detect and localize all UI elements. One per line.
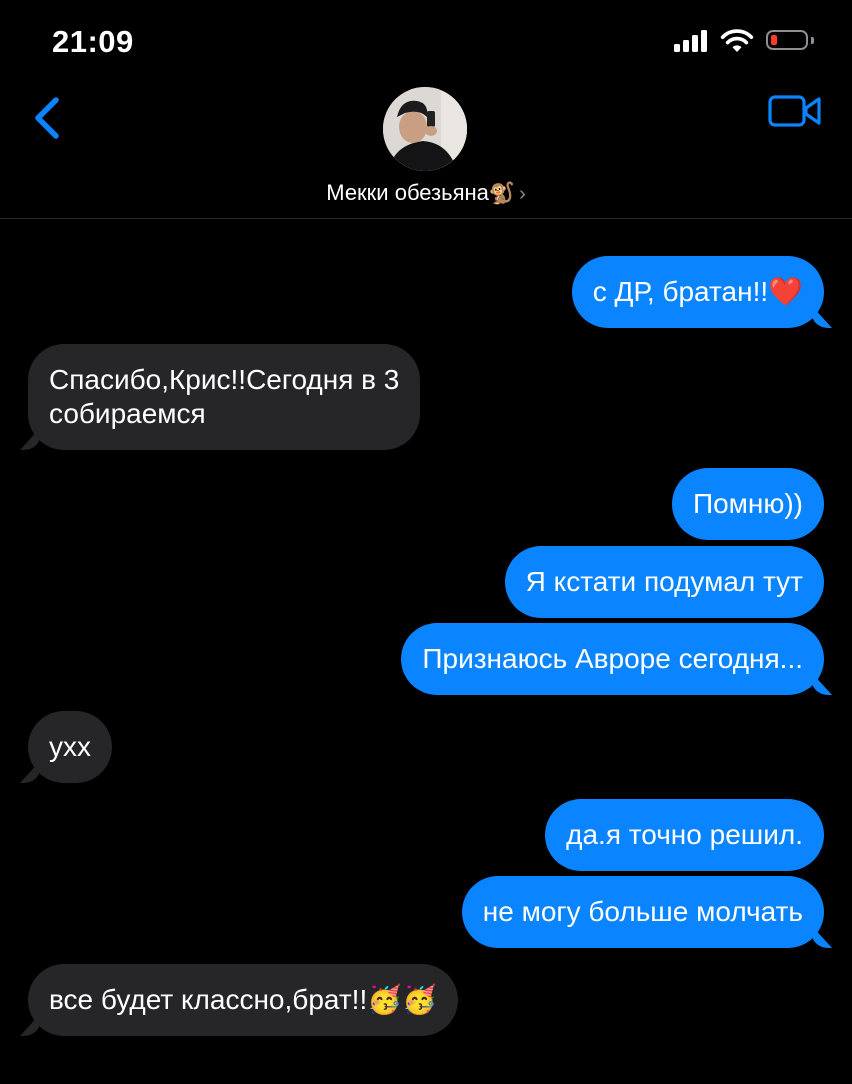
message-text: все будет классно,брат!! (49, 984, 368, 1015)
message-bubble-sent[interactable]: Признаюсь Авроре сегодня... (401, 623, 824, 695)
cellular-signal-icon (674, 26, 710, 56)
message-bubble-sent[interactable]: Я кстати подумал тут (504, 546, 824, 618)
message-text: Я кстати подумал тут (525, 566, 803, 597)
message-bubble-received[interactable]: Спасибо,Крис!!Сегодня в 3 собираемся (28, 344, 421, 450)
back-chevron-icon[interactable] (26, 90, 70, 146)
message-bubble-received[interactable]: ухх (28, 711, 112, 783)
heart-emoji: ❤️ (768, 275, 803, 308)
battery-cap (811, 37, 814, 44)
message-bubble-sent[interactable]: да.я точно решил. (545, 799, 824, 871)
message-bubble-sent[interactable]: с ДР, братан!!❤️ (571, 256, 824, 328)
wifi-icon (720, 29, 754, 52)
message-text: собираемся (49, 398, 206, 429)
contact-name: Мекки обезьяна (326, 180, 489, 205)
status-bar: 21:09 (0, 0, 852, 80)
status-icons (674, 26, 816, 56)
battery-level (771, 35, 777, 45)
party-face-emoji: 🥳🥳 (367, 983, 437, 1016)
video-camera-icon[interactable] (768, 94, 822, 128)
message-text: с ДР, братан!! (592, 276, 769, 307)
monkey-emoji: 🐒 (488, 181, 516, 205)
message-bubble-received[interactable]: все будет классно,брат!!🥳🥳 (28, 964, 458, 1036)
message-text: ухх (49, 731, 91, 762)
contact-name-button[interactable]: Мекки обезьяна🐒 › (0, 180, 852, 206)
message-text: Спасибо,Крис!!Сегодня в 3 (49, 364, 400, 395)
contact-avatar[interactable] (383, 87, 467, 171)
chevron-right-icon: › (519, 183, 526, 205)
message-text: не могу больше молчать (482, 896, 803, 927)
message-bubble-sent[interactable]: Помню)) (671, 468, 824, 540)
message-bubble-sent[interactable]: не могу больше молчать (461, 876, 824, 948)
conversation-header: Мекки обезьяна🐒 › (0, 80, 852, 219)
battery-icon (766, 30, 808, 50)
message-text: Помню)) (692, 488, 803, 519)
status-time: 21:09 (52, 24, 134, 59)
message-text: да.я точно решил. (566, 819, 803, 850)
message-text: Признаюсь Авроре сегодня... (422, 643, 803, 674)
